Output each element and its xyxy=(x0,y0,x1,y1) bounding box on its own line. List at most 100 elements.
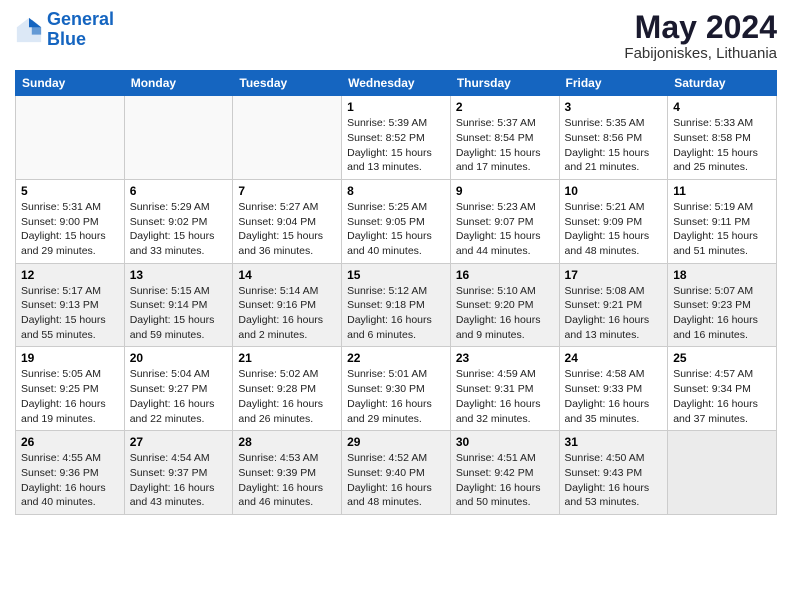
table-row: 9 Sunrise: 5:23 AMSunset: 9:07 PMDaylight… xyxy=(450,179,559,263)
calendar-table: Sunday Monday Tuesday Wednesday Thursday… xyxy=(15,70,777,515)
table-row xyxy=(124,96,233,180)
day-number: 14 xyxy=(238,268,336,282)
day-info: Sunrise: 5:17 AMSunset: 9:13 PMDaylight:… xyxy=(21,284,119,343)
location: Fabijoniskes, Lithuania xyxy=(624,45,777,62)
day-number: 2 xyxy=(456,100,554,114)
day-info: Sunrise: 4:55 AMSunset: 9:36 PMDaylight:… xyxy=(21,451,119,510)
day-info: Sunrise: 5:15 AMSunset: 9:14 PMDaylight:… xyxy=(130,284,228,343)
day-info: Sunrise: 5:10 AMSunset: 9:20 PMDaylight:… xyxy=(456,284,554,343)
table-row: 18Sunrise: 5:07 AMSunset: 9:23 PMDayligh… xyxy=(668,263,777,347)
day-info: Sunrise: 4:57 AMSunset: 9:34 PMDaylight:… xyxy=(673,367,771,426)
day-info: Sunrise: 5:39 AMSunset: 8:52 PMDaylight:… xyxy=(347,116,445,175)
day-info: Sunrise: 5:12 AMSunset: 9:18 PMDaylight:… xyxy=(347,284,445,343)
day-info: Sunrise: 5:14 AMSunset: 9:16 PMDaylight:… xyxy=(238,284,336,343)
calendar-week-row: 12 Sunrise: 5:17 AMSunset: 9:13 PMDayligh… xyxy=(16,263,777,347)
col-sunday: Sunday xyxy=(16,71,125,96)
day-number: 17 xyxy=(565,268,663,282)
day-info: Sunrise: 4:50 AMSunset: 9:43 PMDaylight:… xyxy=(565,451,663,510)
calendar-week-row: 19Sunrise: 5:05 AMSunset: 9:25 PMDayligh… xyxy=(16,347,777,431)
day-number: 15 xyxy=(347,268,445,282)
table-row: 10Sunrise: 5:21 AMSunset: 9:09 PMDayligh… xyxy=(559,179,668,263)
day-number: 8 xyxy=(347,184,445,198)
logo: General Blue xyxy=(15,10,114,50)
table-row: 14 Sunrise: 5:14 AMSunset: 9:16 PMDayligh… xyxy=(233,263,342,347)
day-info: Sunrise: 4:53 AMSunset: 9:39 PMDaylight:… xyxy=(238,451,336,510)
day-number: 3 xyxy=(565,100,663,114)
calendar-week-row: 26 Sunrise: 4:55 AMSunset: 9:36 PMDayligh… xyxy=(16,431,777,515)
day-info: Sunrise: 5:04 AMSunset: 9:27 PMDaylight:… xyxy=(130,367,228,426)
col-wednesday: Wednesday xyxy=(342,71,451,96)
day-number: 22 xyxy=(347,351,445,365)
table-row: 6 Sunrise: 5:29 AMSunset: 9:02 PMDaylight… xyxy=(124,179,233,263)
table-row: 20 Sunrise: 5:04 AMSunset: 9:27 PMDayligh… xyxy=(124,347,233,431)
day-number: 1 xyxy=(347,100,445,114)
day-number: 10 xyxy=(565,184,663,198)
day-number: 19 xyxy=(21,351,119,365)
table-row: 31 Sunrise: 4:50 AMSunset: 9:43 PMDayligh… xyxy=(559,431,668,515)
day-info: Sunrise: 5:31 AMSunset: 9:00 PMDaylight:… xyxy=(21,200,119,259)
table-row: 29Sunrise: 4:52 AMSunset: 9:40 PMDayligh… xyxy=(342,431,451,515)
col-thursday: Thursday xyxy=(450,71,559,96)
table-row: 30 Sunrise: 4:51 AMSunset: 9:42 PMDayligh… xyxy=(450,431,559,515)
table-row: 15 Sunrise: 5:12 AMSunset: 9:18 PMDayligh… xyxy=(342,263,451,347)
day-number: 11 xyxy=(673,184,771,198)
day-info: Sunrise: 4:58 AMSunset: 9:33 PMDaylight:… xyxy=(565,367,663,426)
logo-text: General Blue xyxy=(47,10,114,50)
calendar-header-row: Sunday Monday Tuesday Wednesday Thursday… xyxy=(16,71,777,96)
table-row: 21 Sunrise: 5:02 AMSunset: 9:28 PMDayligh… xyxy=(233,347,342,431)
table-row: 24 Sunrise: 4:58 AMSunset: 9:33 PMDayligh… xyxy=(559,347,668,431)
day-info: Sunrise: 5:35 AMSunset: 8:56 PMDaylight:… xyxy=(565,116,663,175)
calendar-week-row: 1 Sunrise: 5:39 AMSunset: 8:52 PMDaylight… xyxy=(16,96,777,180)
table-row: 26 Sunrise: 4:55 AMSunset: 9:36 PMDayligh… xyxy=(16,431,125,515)
day-info: Sunrise: 4:59 AMSunset: 9:31 PMDaylight:… xyxy=(456,367,554,426)
title-block: May 2024 Fabijoniskes, Lithuania xyxy=(624,10,777,62)
logo-line2: Blue xyxy=(47,29,86,49)
col-friday: Friday xyxy=(559,71,668,96)
table-row xyxy=(233,96,342,180)
table-row: 7Sunrise: 5:27 AMSunset: 9:04 PMDaylight… xyxy=(233,179,342,263)
day-number: 12 xyxy=(21,268,119,282)
logo-line1: General xyxy=(47,9,114,29)
day-number: 21 xyxy=(238,351,336,365)
table-row: 12 Sunrise: 5:17 AMSunset: 9:13 PMDayligh… xyxy=(16,263,125,347)
day-number: 24 xyxy=(565,351,663,365)
table-row: 3 Sunrise: 5:35 AMSunset: 8:56 PMDaylight… xyxy=(559,96,668,180)
day-number: 30 xyxy=(456,435,554,449)
table-row: 22Sunrise: 5:01 AMSunset: 9:30 PMDayligh… xyxy=(342,347,451,431)
day-info: Sunrise: 5:23 AMSunset: 9:07 PMDaylight:… xyxy=(456,200,554,259)
table-row: 8Sunrise: 5:25 AMSunset: 9:05 PMDaylight… xyxy=(342,179,451,263)
day-info: Sunrise: 4:51 AMSunset: 9:42 PMDaylight:… xyxy=(456,451,554,510)
day-number: 9 xyxy=(456,184,554,198)
table-row: 13Sunrise: 5:15 AMSunset: 9:14 PMDayligh… xyxy=(124,263,233,347)
table-row: 17Sunrise: 5:08 AMSunset: 9:21 PMDayligh… xyxy=(559,263,668,347)
table-row: 5Sunrise: 5:31 AMSunset: 9:00 PMDaylight… xyxy=(16,179,125,263)
table-row: 25Sunrise: 4:57 AMSunset: 9:34 PMDayligh… xyxy=(668,347,777,431)
logo-icon xyxy=(15,16,43,44)
day-number: 20 xyxy=(130,351,228,365)
header: General Blue May 2024 Fabijoniskes, Lith… xyxy=(15,10,777,62)
day-info: Sunrise: 5:29 AMSunset: 9:02 PMDaylight:… xyxy=(130,200,228,259)
table-row: 4Sunrise: 5:33 AMSunset: 8:58 PMDaylight… xyxy=(668,96,777,180)
day-info: Sunrise: 5:02 AMSunset: 9:28 PMDaylight:… xyxy=(238,367,336,426)
day-number: 26 xyxy=(21,435,119,449)
day-number: 6 xyxy=(130,184,228,198)
day-info: Sunrise: 5:27 AMSunset: 9:04 PMDaylight:… xyxy=(238,200,336,259)
table-row: 11 Sunrise: 5:19 AMSunset: 9:11 PMDayligh… xyxy=(668,179,777,263)
table-row xyxy=(668,431,777,515)
table-row: 16 Sunrise: 5:10 AMSunset: 9:20 PMDayligh… xyxy=(450,263,559,347)
page-container: General Blue May 2024 Fabijoniskes, Lith… xyxy=(0,0,792,525)
day-number: 27 xyxy=(130,435,228,449)
day-info: Sunrise: 4:54 AMSunset: 9:37 PMDaylight:… xyxy=(130,451,228,510)
day-info: Sunrise: 4:52 AMSunset: 9:40 PMDaylight:… xyxy=(347,451,445,510)
calendar-week-row: 5Sunrise: 5:31 AMSunset: 9:00 PMDaylight… xyxy=(16,179,777,263)
table-row: 23 Sunrise: 4:59 AMSunset: 9:31 PMDayligh… xyxy=(450,347,559,431)
col-tuesday: Tuesday xyxy=(233,71,342,96)
table-row: 28Sunrise: 4:53 AMSunset: 9:39 PMDayligh… xyxy=(233,431,342,515)
col-monday: Monday xyxy=(124,71,233,96)
day-number: 16 xyxy=(456,268,554,282)
day-number: 31 xyxy=(565,435,663,449)
col-saturday: Saturday xyxy=(668,71,777,96)
day-number: 23 xyxy=(456,351,554,365)
table-row xyxy=(16,96,125,180)
day-info: Sunrise: 5:19 AMSunset: 9:11 PMDaylight:… xyxy=(673,200,771,259)
